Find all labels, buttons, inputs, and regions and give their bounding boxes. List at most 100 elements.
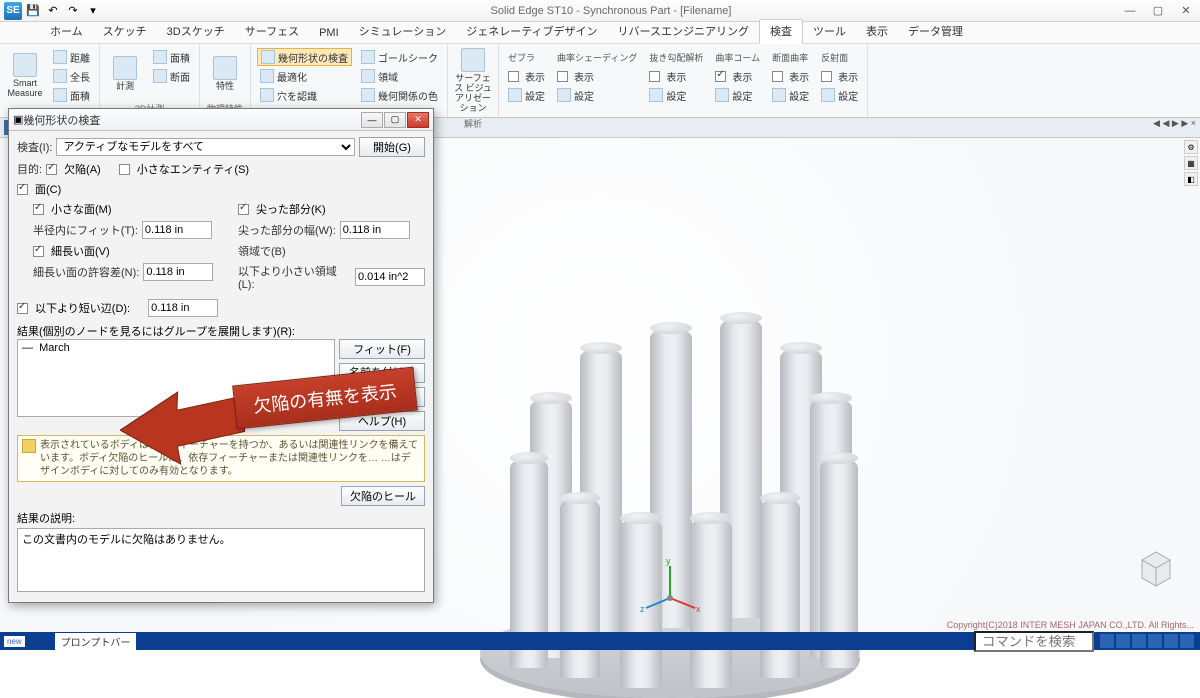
inspect-select[interactable]: アクティブなモデルをすべて — [56, 138, 355, 156]
analysis-0-show[interactable]: 表示 — [505, 67, 548, 85]
tab-simulation[interactable]: シミュレーション — [349, 20, 457, 43]
section-button[interactable]: 断面 — [150, 67, 193, 85]
maximize-button[interactable]: ▢ — [1144, 1, 1172, 21]
svg-text:z: z — [640, 604, 645, 614]
optimize-icon — [260, 69, 274, 83]
qat-more-icon[interactable]: ▾ — [84, 2, 102, 20]
svg-text:x: x — [696, 604, 700, 614]
title-bar: SE 💾 ↶ ↷ ▾ Solid Edge ST10 - Synchronous… — [0, 0, 1200, 22]
dialog-close-button[interactable]: ✕ — [407, 112, 429, 128]
redo-icon[interactable]: ↷ — [64, 2, 82, 20]
sliver-input[interactable] — [143, 263, 213, 281]
small-entity-checkbox[interactable] — [119, 164, 130, 175]
analysis-2-show[interactable]: 表示 — [646, 67, 706, 85]
status-icon-6[interactable] — [1180, 634, 1194, 648]
properties-button[interactable]: 特性 — [204, 46, 246, 101]
undo-icon[interactable]: ↶ — [44, 2, 62, 20]
sharp-checkbox[interactable] — [238, 204, 249, 215]
heal-defect-button[interactable]: 欠陥のヒール — [341, 486, 425, 506]
optimize-button[interactable]: 最適化 — [257, 67, 352, 85]
area2-button[interactable]: 面積 — [150, 48, 193, 66]
analysis-5-set[interactable]: 設定 — [818, 86, 861, 104]
tab-inspect[interactable]: 検査 — [759, 19, 803, 44]
tab-tools[interactable]: ツール — [803, 20, 856, 43]
analysis-0-set[interactable]: 設定 — [505, 86, 548, 104]
geometry-inspect-button[interactable]: 幾何形状の検査 — [257, 48, 352, 66]
relation-color-button[interactable]: 幾何関係の色 — [358, 86, 441, 104]
analysis-3-set[interactable]: 設定 — [712, 86, 763, 104]
tab-view[interactable]: 表示 — [856, 20, 898, 43]
analysis-1-header: 曲率シェーディング — [554, 48, 640, 66]
tab-reverse[interactable]: リバースエンジニアリング — [608, 20, 759, 43]
small-face-checkbox[interactable] — [33, 204, 44, 215]
distance-icon — [53, 50, 67, 64]
status-icons — [1094, 634, 1200, 648]
copyright-text: Copyright(C)2018 INTER MESH JAPAN CO.,LT… — [947, 620, 1194, 630]
gear-icon — [715, 88, 729, 102]
status-icon-2[interactable] — [1116, 634, 1130, 648]
surface-viz-button[interactable]: サーフェス ビジュアリゼーション — [452, 46, 494, 116]
tab-sketch[interactable]: スケッチ — [93, 20, 157, 43]
rtool-1[interactable]: ⚙ — [1184, 140, 1198, 154]
measure-button[interactable]: 計測 — [104, 46, 146, 101]
short-edge-checkbox[interactable] — [17, 303, 28, 314]
analysis-4-set[interactable]: 設定 — [769, 86, 812, 104]
app-menu-button[interactable]: SE — [4, 2, 22, 20]
tab-pmi[interactable]: PMI — [309, 24, 349, 43]
start-button[interactable]: 開始(G) — [359, 137, 425, 157]
status-icon-1[interactable] — [1100, 634, 1114, 648]
close-button[interactable]: ✕ — [1172, 1, 1200, 21]
status-icon-3[interactable] — [1132, 634, 1146, 648]
status-icon-4[interactable] — [1148, 634, 1162, 648]
tab-data[interactable]: データ管理 — [898, 20, 973, 43]
command-search-input[interactable] — [974, 631, 1094, 652]
rtool-2[interactable]: ▦ — [1184, 156, 1198, 170]
rtool-3[interactable]: ◧ — [1184, 172, 1198, 186]
fit-button[interactable]: フィット(F) — [339, 339, 425, 359]
analysis-4-show[interactable]: 表示 — [769, 67, 812, 85]
prompt-bar[interactable]: プロンプトバー — [55, 633, 137, 650]
defect-checkbox[interactable] — [46, 164, 57, 175]
status-icon-5[interactable] — [1164, 634, 1178, 648]
analysis-3-show[interactable]: 表示 — [712, 67, 763, 85]
goal-seek-button[interactable]: ゴールシーク — [358, 48, 441, 66]
distance-button[interactable]: 距離 — [50, 48, 93, 66]
sharp-width-input[interactable] — [340, 221, 410, 239]
dialog-maximize-button[interactable]: ▢ — [384, 112, 406, 128]
save-icon[interactable]: 💾 — [24, 2, 42, 20]
geometry-inspect-dialog: ▣ 幾何形状の検査 — ▢ ✕ 検査(I): アクティブなモデルをすべて 開始(… — [8, 108, 434, 603]
view-nav-arrows[interactable]: ◀ ◀ ▶ ▶ × — [1153, 118, 1196, 129]
minimize-button[interactable]: — — [1116, 1, 1144, 21]
smart-measure-button[interactable]: Smart Measure — [4, 46, 46, 106]
length-icon — [53, 69, 67, 83]
orientation-triad[interactable]: x y z — [640, 558, 700, 618]
tab-3dsketch[interactable]: 3Dスケッチ — [157, 20, 235, 43]
analysis-2-header: 抜き勾配解析 — [646, 48, 706, 66]
fit-radius-input[interactable] — [142, 221, 212, 239]
total-length-button[interactable]: 全長 — [50, 67, 93, 85]
results-label: 結果(個別のノードを見るにはグループを展開します)(R): — [17, 323, 425, 339]
analysis-1-set[interactable]: 設定 — [554, 86, 640, 104]
dialog-titlebar[interactable]: ▣ 幾何形状の検査 — ▢ ✕ — [9, 109, 433, 131]
tab-generative[interactable]: ジェネレーティブデザイン — [456, 20, 607, 43]
properties-icon — [213, 56, 237, 80]
results-item[interactable]: — March — [22, 342, 330, 354]
result-description: この文書内のモデルに欠陥はありません。 — [17, 528, 425, 592]
region-input[interactable] — [355, 268, 425, 286]
recognize-holes-button[interactable]: 穴を認識 — [257, 86, 352, 104]
analysis-4-header: 断面曲率 — [769, 48, 812, 66]
region-button[interactable]: 領域 — [358, 67, 441, 85]
tab-home[interactable]: ホーム — [40, 20, 93, 43]
geometry-inspect-icon — [261, 50, 275, 64]
short-edge-input[interactable] — [148, 299, 218, 317]
group-label: 解析 — [452, 116, 494, 130]
area-button[interactable]: 面積 — [50, 86, 93, 104]
tab-surface[interactable]: サーフェス — [235, 20, 309, 43]
sliver-checkbox[interactable] — [33, 246, 44, 257]
face-checkbox[interactable] — [17, 184, 28, 195]
analysis-5-show[interactable]: 表示 — [818, 67, 861, 85]
dialog-minimize-button[interactable]: — — [361, 112, 383, 128]
analysis-1-show[interactable]: 表示 — [554, 67, 640, 85]
analysis-2-set[interactable]: 設定 — [646, 86, 706, 104]
view-cube[interactable] — [1132, 544, 1180, 592]
